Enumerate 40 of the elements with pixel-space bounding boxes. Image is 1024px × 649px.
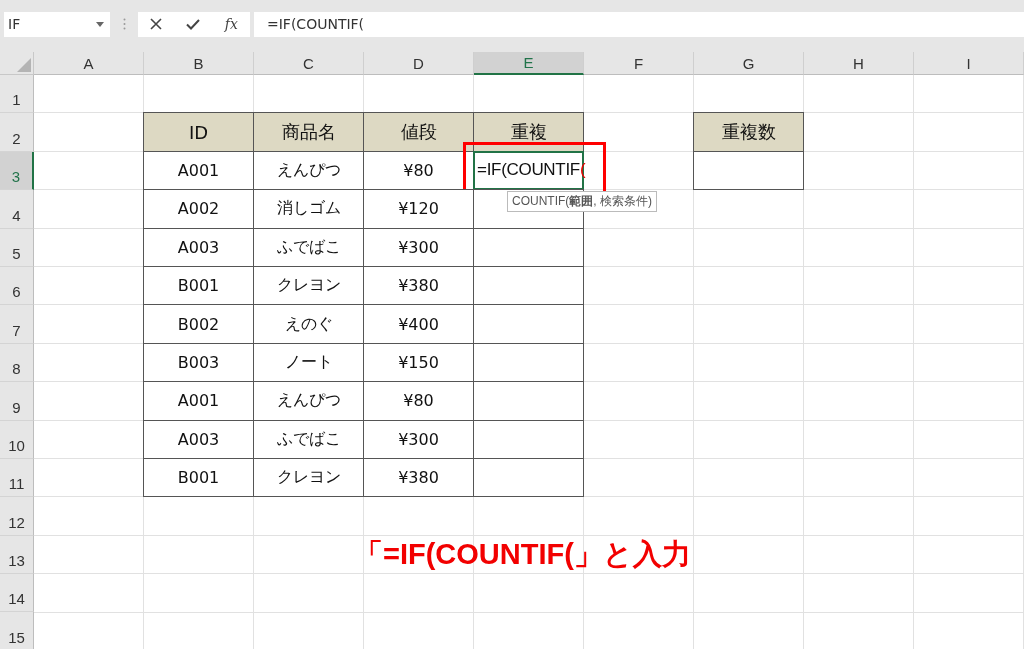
row-header[interactable]: 13 [0, 535, 34, 575]
row-header[interactable]: 9 [0, 382, 34, 421]
header-cell: 値段 [363, 112, 474, 152]
dropdown-caret-icon[interactable] [96, 21, 104, 27]
empty-cell[interactable] [693, 150, 804, 191]
row-header[interactable]: 3 [0, 151, 34, 191]
column-header[interactable]: D [364, 52, 474, 75]
name-box[interactable]: IF [4, 11, 110, 37]
row-header[interactable]: 11 [0, 458, 34, 498]
header-cell: ID [143, 112, 254, 152]
insert-function-button[interactable]: fx [224, 16, 238, 32]
table-cell: B001 [143, 457, 254, 498]
row-header[interactable]: 6 [0, 266, 34, 306]
column-header[interactable]: F [584, 52, 694, 75]
row-header[interactable]: 5 [0, 228, 34, 267]
column-header[interactable]: G [694, 52, 804, 75]
row-header[interactable]: 15 [0, 612, 34, 649]
row-header[interactable]: 7 [0, 305, 34, 344]
drag-handle-icon[interactable] [123, 18, 126, 30]
column-header[interactable]: C [254, 52, 364, 75]
annotation-text: 「=IF(COUNTIF(」と入力 [353, 536, 692, 572]
row-header[interactable]: 10 [0, 420, 34, 459]
column-header[interactable]: H [804, 52, 914, 75]
column-header[interactable]: I [914, 52, 1024, 75]
column-header[interactable]: B [144, 52, 254, 75]
header-cell: 重複数 [693, 112, 804, 152]
cancel-icon[interactable] [150, 18, 163, 30]
row-header[interactable]: 1 [0, 75, 34, 114]
checkmark-icon[interactable] [186, 18, 201, 30]
header-cell: 重複 [473, 112, 584, 152]
row-header[interactable]: 14 [0, 574, 34, 613]
function-tooltip: COUNTIF(範囲, 検索条件) [507, 191, 657, 212]
row-header[interactable]: 8 [0, 343, 34, 383]
column-header[interactable]: E [474, 52, 584, 75]
formula-bar[interactable]: =IF(COUNTIF( [254, 11, 1024, 37]
header-cell: 商品名 [253, 112, 364, 152]
column-header[interactable]: A [34, 52, 144, 75]
row-header[interactable]: 2 [0, 113, 34, 152]
row-header[interactable]: 12 [0, 497, 34, 536]
row-header[interactable]: 4 [0, 190, 34, 229]
